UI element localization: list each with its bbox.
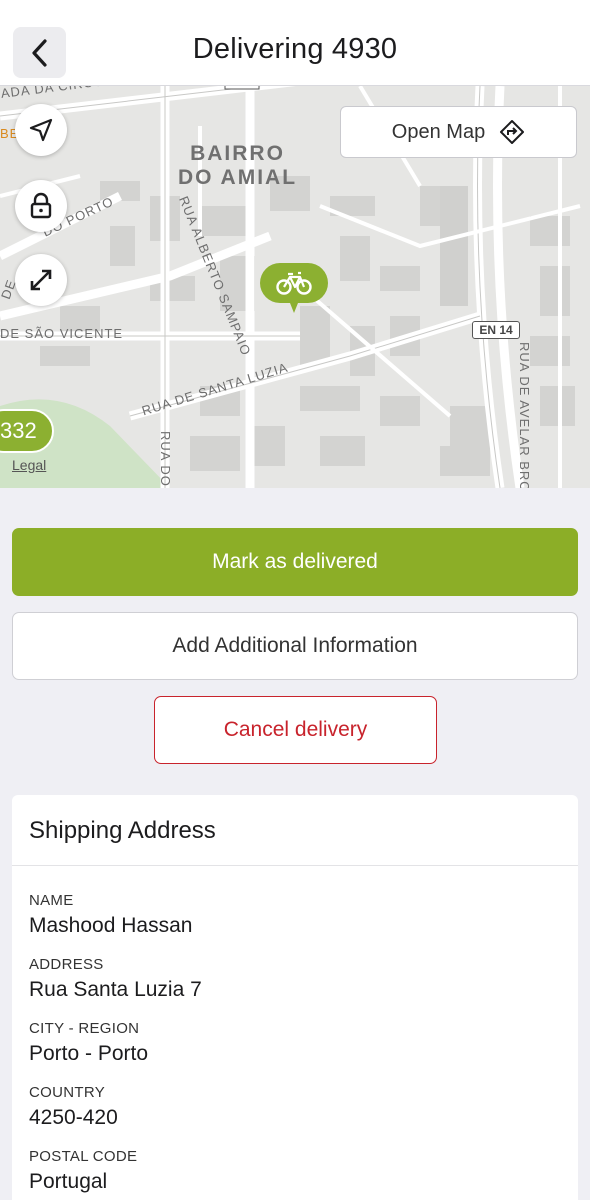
street-label: RUA DE AVELAR BROTE: [517, 342, 532, 488]
page-title: Delivering 4930: [192, 33, 398, 65]
field-label: POSTAL CODE: [29, 1148, 138, 1165]
field-label: NAME: [29, 892, 74, 909]
district-label: BAIRRO DO AMIAL: [178, 142, 297, 190]
expand-icon: [30, 269, 52, 291]
bicycle-icon: [260, 263, 328, 313]
lock-map-button[interactable]: [15, 180, 67, 232]
field-value: Mashood Hassan: [29, 914, 193, 937]
lock-icon: [30, 192, 52, 219]
country-field: COUNTRY 4250-420: [12, 1084, 578, 1148]
field-value: Porto - Porto: [29, 1042, 149, 1065]
expand-map-button[interactable]: [15, 254, 67, 306]
recenter-button[interactable]: [15, 104, 67, 156]
top-bar: Delivering 4930: [0, 0, 590, 86]
open-map-label: Open Map: [391, 120, 486, 143]
field-label: CITY - REGION: [29, 1020, 140, 1037]
road-badge: EN 14: [472, 321, 520, 339]
address-field: ADDRESS Rua Santa Luzia 7: [12, 956, 578, 1020]
shipping-address-card: Shipping Address NAME Mashood Hassan ADD…: [12, 795, 578, 1200]
field-value: Rua Santa Luzia 7: [29, 978, 202, 1001]
field-label: COUNTRY: [29, 1084, 105, 1101]
legal-link[interactable]: Legal: [12, 457, 46, 473]
name-field: NAME Mashood Hassan: [12, 892, 578, 956]
district-line: BAIRRO: [190, 142, 285, 165]
field-label: ADDRESS: [29, 956, 104, 973]
delivery-map[interactable]: ADA DA CIRCUNVALA BE DO PORTO DE BAIRRO …: [0, 86, 590, 488]
street-label: DE SÃO VICENTE: [0, 326, 124, 341]
street-label: RUA DO: [158, 431, 173, 487]
add-info-button[interactable]: Add Additional Information: [12, 612, 578, 680]
district-line: DO AMIAL: [178, 166, 298, 189]
city-region-field: CITY - REGION Porto - Porto: [12, 1020, 578, 1084]
postal-code-field: POSTAL CODE Portugal: [12, 1148, 578, 1200]
open-map-button[interactable]: Open Map: [340, 106, 577, 158]
mark-delivered-button[interactable]: Mark as delivered: [12, 528, 578, 596]
navigation-arrow-icon: [29, 118, 53, 142]
directions-icon: [500, 120, 525, 144]
card-title: Shipping Address: [12, 795, 578, 866]
cancel-delivery-button[interactable]: Cancel delivery: [154, 696, 437, 764]
field-value: 4250-420: [29, 1106, 118, 1129]
cluster-marker[interactable]: 332: [0, 409, 54, 453]
field-value: Portugal: [29, 1170, 108, 1193]
courier-location-pin[interactable]: [260, 263, 328, 313]
